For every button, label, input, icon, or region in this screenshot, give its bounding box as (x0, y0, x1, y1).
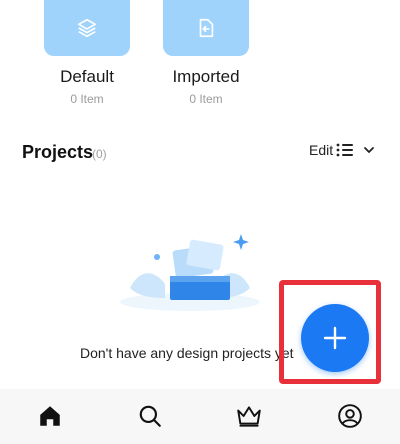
nav-profile[interactable] (336, 402, 364, 430)
projects-count: (0) (92, 147, 107, 161)
folder-imported-name: Imported (172, 67, 240, 86)
profile-icon (338, 404, 362, 428)
add-project-button[interactable] (301, 304, 369, 372)
empty-projects-illustration (120, 234, 260, 311)
empty-projects-message: Don't have any design projects yet (80, 345, 294, 361)
search-icon (139, 405, 161, 427)
chevron-down-icon (364, 147, 375, 153)
import-file-icon (199, 18, 214, 38)
folder-default-tile[interactable] (44, 0, 130, 56)
projects-title: Projects (22, 142, 94, 162)
folder-imported-tile[interactable] (163, 0, 249, 56)
edit-label: Edit (309, 142, 334, 158)
nav-home[interactable] (36, 402, 64, 430)
edit-list-button[interactable]: Edit (309, 142, 376, 158)
home-icon (40, 406, 60, 426)
layers-icon (77, 18, 97, 38)
folder-imported-count: 0 Item (189, 92, 223, 106)
bottom-nav (0, 389, 400, 444)
crown-icon (237, 406, 261, 427)
plus-icon (323, 326, 347, 350)
nav-search[interactable] (136, 402, 164, 430)
list-icon (336, 143, 354, 157)
nav-premium[interactable] (235, 402, 263, 430)
folder-default-name: Default (60, 67, 114, 86)
folder-default-count: 0 Item (70, 92, 104, 106)
